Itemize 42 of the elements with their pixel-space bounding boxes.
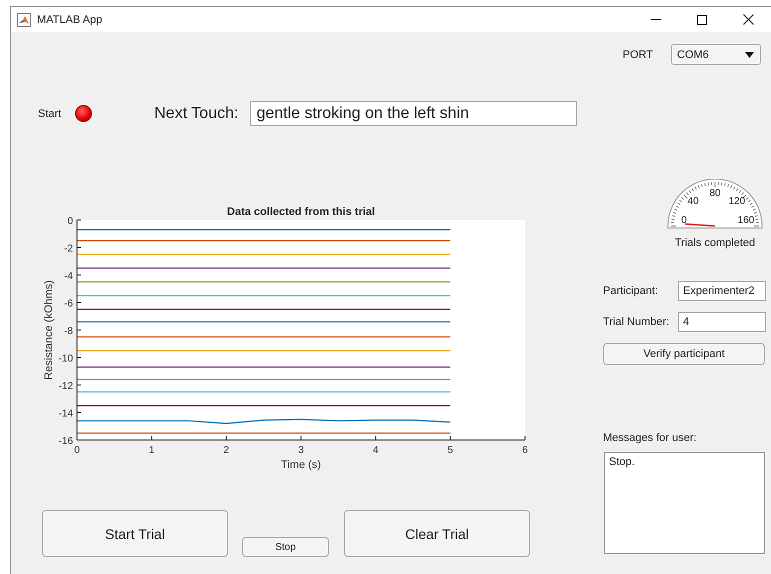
axis-tick-label: -12 [58, 381, 73, 392]
axis-tick-label: 6 [522, 445, 528, 456]
axis-tick-label: -10 [58, 354, 73, 364]
axis-tick-label: -8 [64, 326, 73, 337]
axis-tick-label: 2 [224, 445, 230, 456]
app-icon [17, 12, 31, 26]
participant-label: Participant: [603, 285, 660, 297]
messages-field[interactable]: Stop. [604, 452, 765, 554]
axis-tick-label: 5 [448, 445, 454, 456]
gauge-caption: Trials completed [674, 237, 756, 249]
action-button[interactable]: Stop [242, 537, 329, 557]
gauge: 0 40 80 120 160 [667, 179, 763, 229]
axis-tick-label: 3 [298, 445, 304, 456]
minimize-icon [651, 19, 661, 20]
lamp-label: Start [38, 108, 62, 120]
trial-number-label: Trial Number: [603, 316, 670, 328]
axis-tick-label: 0 [67, 216, 73, 227]
action-button[interactable]: Clear Trial [344, 510, 530, 557]
axis-tick-label: 0 [74, 445, 80, 456]
chart-title: Data collected from this trial [227, 206, 375, 218]
action-button[interactable]: Start Trial [42, 510, 228, 557]
axis-tick-label: -14 [58, 408, 73, 420]
close-icon [742, 14, 754, 25]
x-axis-label: Time (s) [281, 459, 321, 471]
participant-field[interactable]: Experimenter2 [678, 281, 766, 301]
caret-icon [745, 52, 754, 58]
port-label: PORT [622, 48, 653, 60]
port-dropdown[interactable]: COM6 [671, 44, 761, 65]
axis-tick-label: -2 [64, 244, 73, 254]
axis-tick-label: -4 [64, 271, 73, 282]
verify-participant-button[interactable]: Verify participant [603, 343, 765, 365]
trial-number-field[interactable]: 4 [678, 312, 766, 332]
window-title: MATLAB App [37, 14, 102, 26]
axis-tick-label: 1 [148, 445, 154, 456]
axis-tick-label: -6 [64, 298, 73, 310]
maximize-icon [697, 14, 707, 24]
axis-tick-label: -16 [58, 436, 73, 447]
messages-label: Messages for user: [603, 432, 698, 444]
y-axis-label: Resistance (kOhms) [43, 280, 55, 380]
next-touch-label: Next Touch: [154, 104, 238, 122]
axis-tick-label: 4 [372, 445, 378, 456]
next-touch-field[interactable]: gentle stroking on the left shin [250, 101, 578, 126]
